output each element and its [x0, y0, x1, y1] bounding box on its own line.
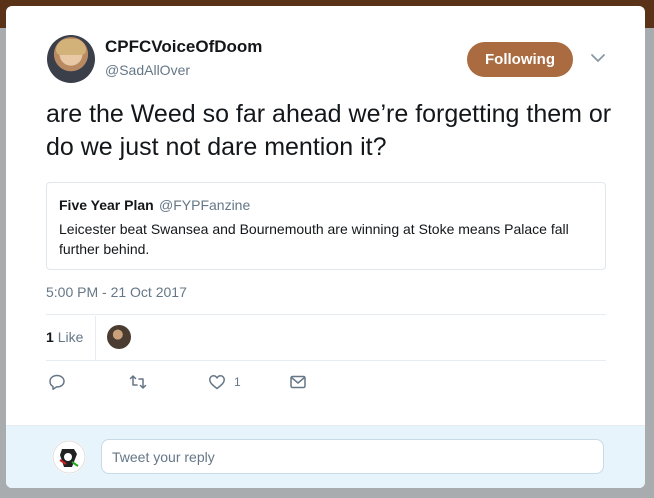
likes-count[interactable]: 1 Like: [46, 329, 83, 345]
chevron-down-icon[interactable]: [590, 50, 606, 66]
likes-label: Like: [57, 329, 84, 345]
tweet-timestamp[interactable]: 5:00 PM - 21 Oct 2017: [46, 284, 187, 300]
envelope-icon: [290, 375, 306, 389]
direct-message-button[interactable]: [289, 372, 307, 392]
heart-icon: [209, 375, 225, 390]
reply-button[interactable]: [48, 372, 66, 392]
user-handle[interactable]: @SadAllOver: [105, 62, 190, 78]
quoted-tweet-name: Five Year Plan: [59, 197, 154, 213]
quoted-tweet-text: Leicester beat Swansea and Bournemouth a…: [59, 221, 569, 257]
quoted-tweet-handle: @FYPFanzine: [159, 197, 251, 213]
tweet-text: are the Weed so far ahead we’re forgetti…: [46, 100, 612, 161]
reply-input[interactable]: [101, 439, 604, 474]
quoted-tweet[interactable]: Five Year Plan @FYPFanzine Leicester bea…: [46, 182, 606, 270]
display-name[interactable]: CPFCVoiceOfDoom: [105, 37, 262, 57]
current-user-avatar[interactable]: [52, 440, 86, 474]
like-count: 1: [234, 375, 241, 389]
like-button[interactable]: 1: [208, 372, 241, 392]
retweet-icon: [129, 375, 147, 389]
reply-icon: [49, 374, 65, 390]
divider: [46, 314, 606, 315]
user-avatar[interactable]: [47, 35, 95, 83]
likes-number: 1: [46, 329, 54, 345]
retweet-button[interactable]: [129, 372, 147, 392]
following-button[interactable]: Following: [467, 42, 573, 77]
tweet-modal: CPFCVoiceOfDoom @SadAllOver Following ar…: [6, 6, 645, 488]
liker-avatar[interactable]: [107, 325, 131, 349]
divider: [46, 360, 606, 361]
stats-divider: [95, 316, 96, 360]
